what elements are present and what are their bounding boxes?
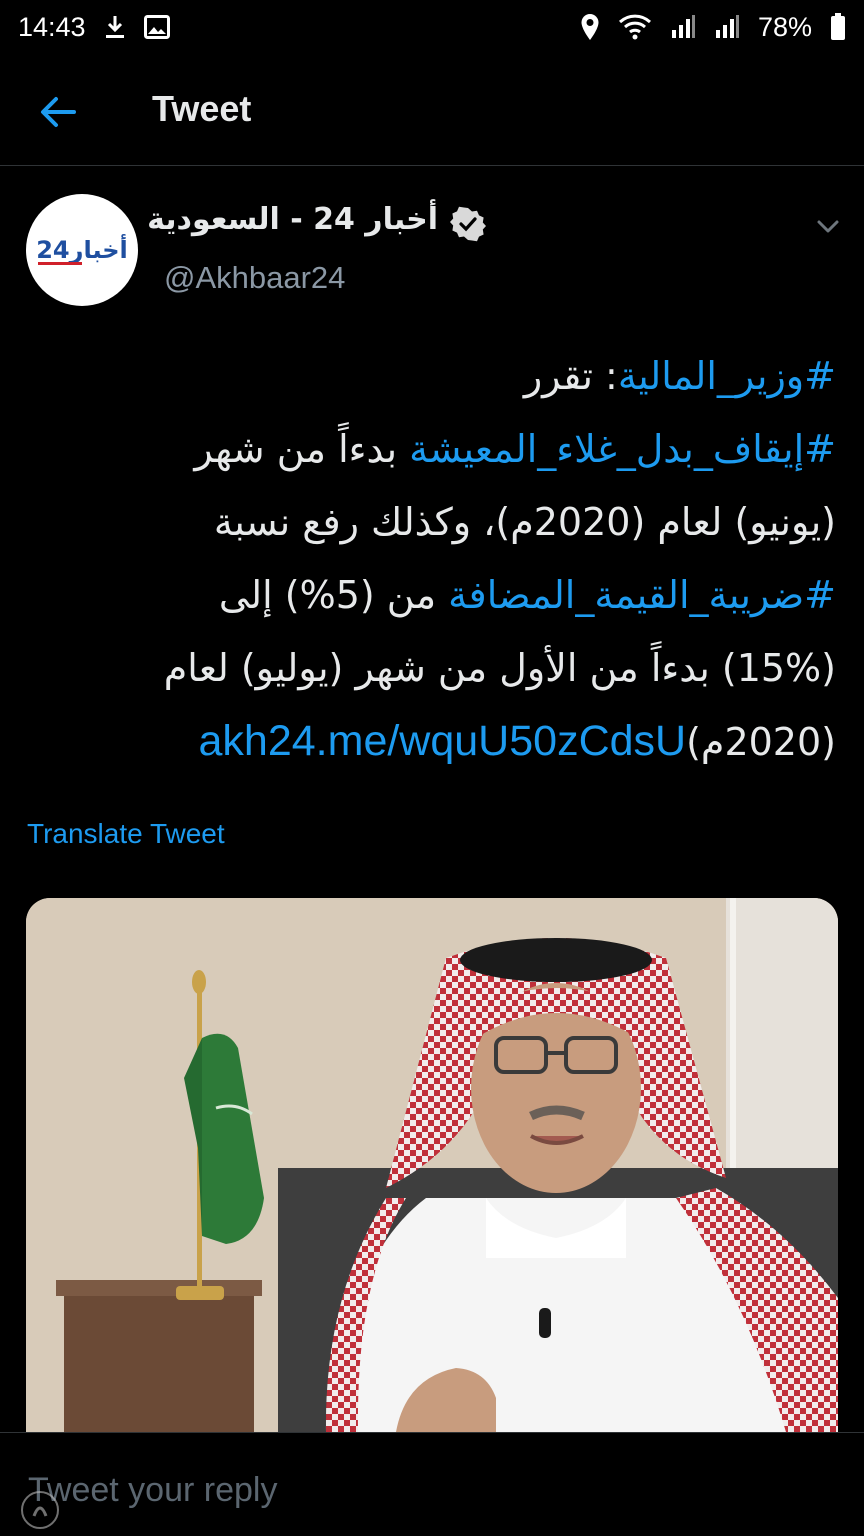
- translate-tweet-link[interactable]: Translate Tweet: [27, 818, 225, 850]
- image-icon: [143, 15, 170, 39]
- tweet-line: (2020م)akh24.me/wquU50zCdsU: [26, 705, 836, 779]
- status-bar: 14:43 78%: [0, 0, 864, 54]
- wifi-icon: [618, 13, 652, 41]
- tweet-line: #وزير_المالية: تقرر: [26, 340, 836, 413]
- tweet-text-segment: (15%) بدءاً من الأول من شهر (يوليو) لعام: [163, 646, 836, 690]
- reply-input[interactable]: [26, 1467, 810, 1513]
- author-handle[interactable]: @Akhbaar24: [164, 260, 345, 296]
- signal-icon: [670, 14, 696, 40]
- download-icon: [104, 14, 126, 40]
- location-icon: [580, 13, 600, 41]
- tweet-text: #وزير_المالية: تقرر #إيقاف_بدل_غلاء_المع…: [26, 340, 836, 779]
- tweet-text-segment: (2020م): [686, 720, 836, 764]
- tweet-line: (يونيو) لعام (2020م)، وكذلك رفع نسبة: [26, 486, 836, 559]
- tweet-line: #ضريبة_القيمة_المضافة من (5%) إلى: [26, 559, 836, 632]
- battery-percent: 78%: [757, 11, 812, 42]
- author-name-row: أخبار 24 - السعودية: [0, 202, 864, 246]
- status-time: 14:43: [18, 11, 86, 42]
- tweet-line: #إيقاف_بدل_غلاء_المعيشة بدءاً من شهر: [26, 413, 836, 486]
- reply-bar: [0, 1432, 864, 1536]
- tweet-media-image[interactable]: [26, 898, 838, 1432]
- back-button[interactable]: [30, 84, 86, 140]
- tweet-text-segment: (يونيو) لعام (2020م)، وكذلك رفع نسبة: [213, 500, 836, 544]
- top-nav-bar: Tweet: [0, 54, 864, 166]
- author-display-name[interactable]: أخبار 24 - السعودية: [147, 202, 438, 237]
- tweet-text-segment: : تقرر: [523, 354, 618, 398]
- arrow-left-icon: [41, 97, 76, 127]
- hashtag-link[interactable]: #ضريبة_القيمة_المضافة: [448, 573, 836, 617]
- chevron-down-icon[interactable]: [812, 210, 844, 242]
- verified-badge-icon: [450, 206, 486, 242]
- watermark-logo: [21, 1491, 59, 1529]
- tweet-text-segment: من (5%) إلى: [218, 573, 449, 617]
- tweet-text-segment: بدءاً من شهر: [194, 427, 410, 471]
- page-title: Tweet: [152, 88, 252, 129]
- status-bar-left: 14:43: [18, 12, 170, 43]
- battery-icon: [830, 13, 846, 41]
- signal-icon: [714, 14, 740, 40]
- tweet-line: (15%) بدءاً من الأول من شهر (يوليو) لعام: [26, 632, 836, 705]
- photo-minister-with-flag: [26, 898, 838, 1432]
- status-bar-right: 78%: [580, 12, 846, 43]
- tweet-url-link[interactable]: akh24.me/wquU50zCdsU: [199, 717, 687, 765]
- hashtag-link[interactable]: #إيقاف_بدل_غلاء_المعيشة: [409, 427, 836, 471]
- hashtag-link[interactable]: #وزير_المالية: [618, 354, 836, 398]
